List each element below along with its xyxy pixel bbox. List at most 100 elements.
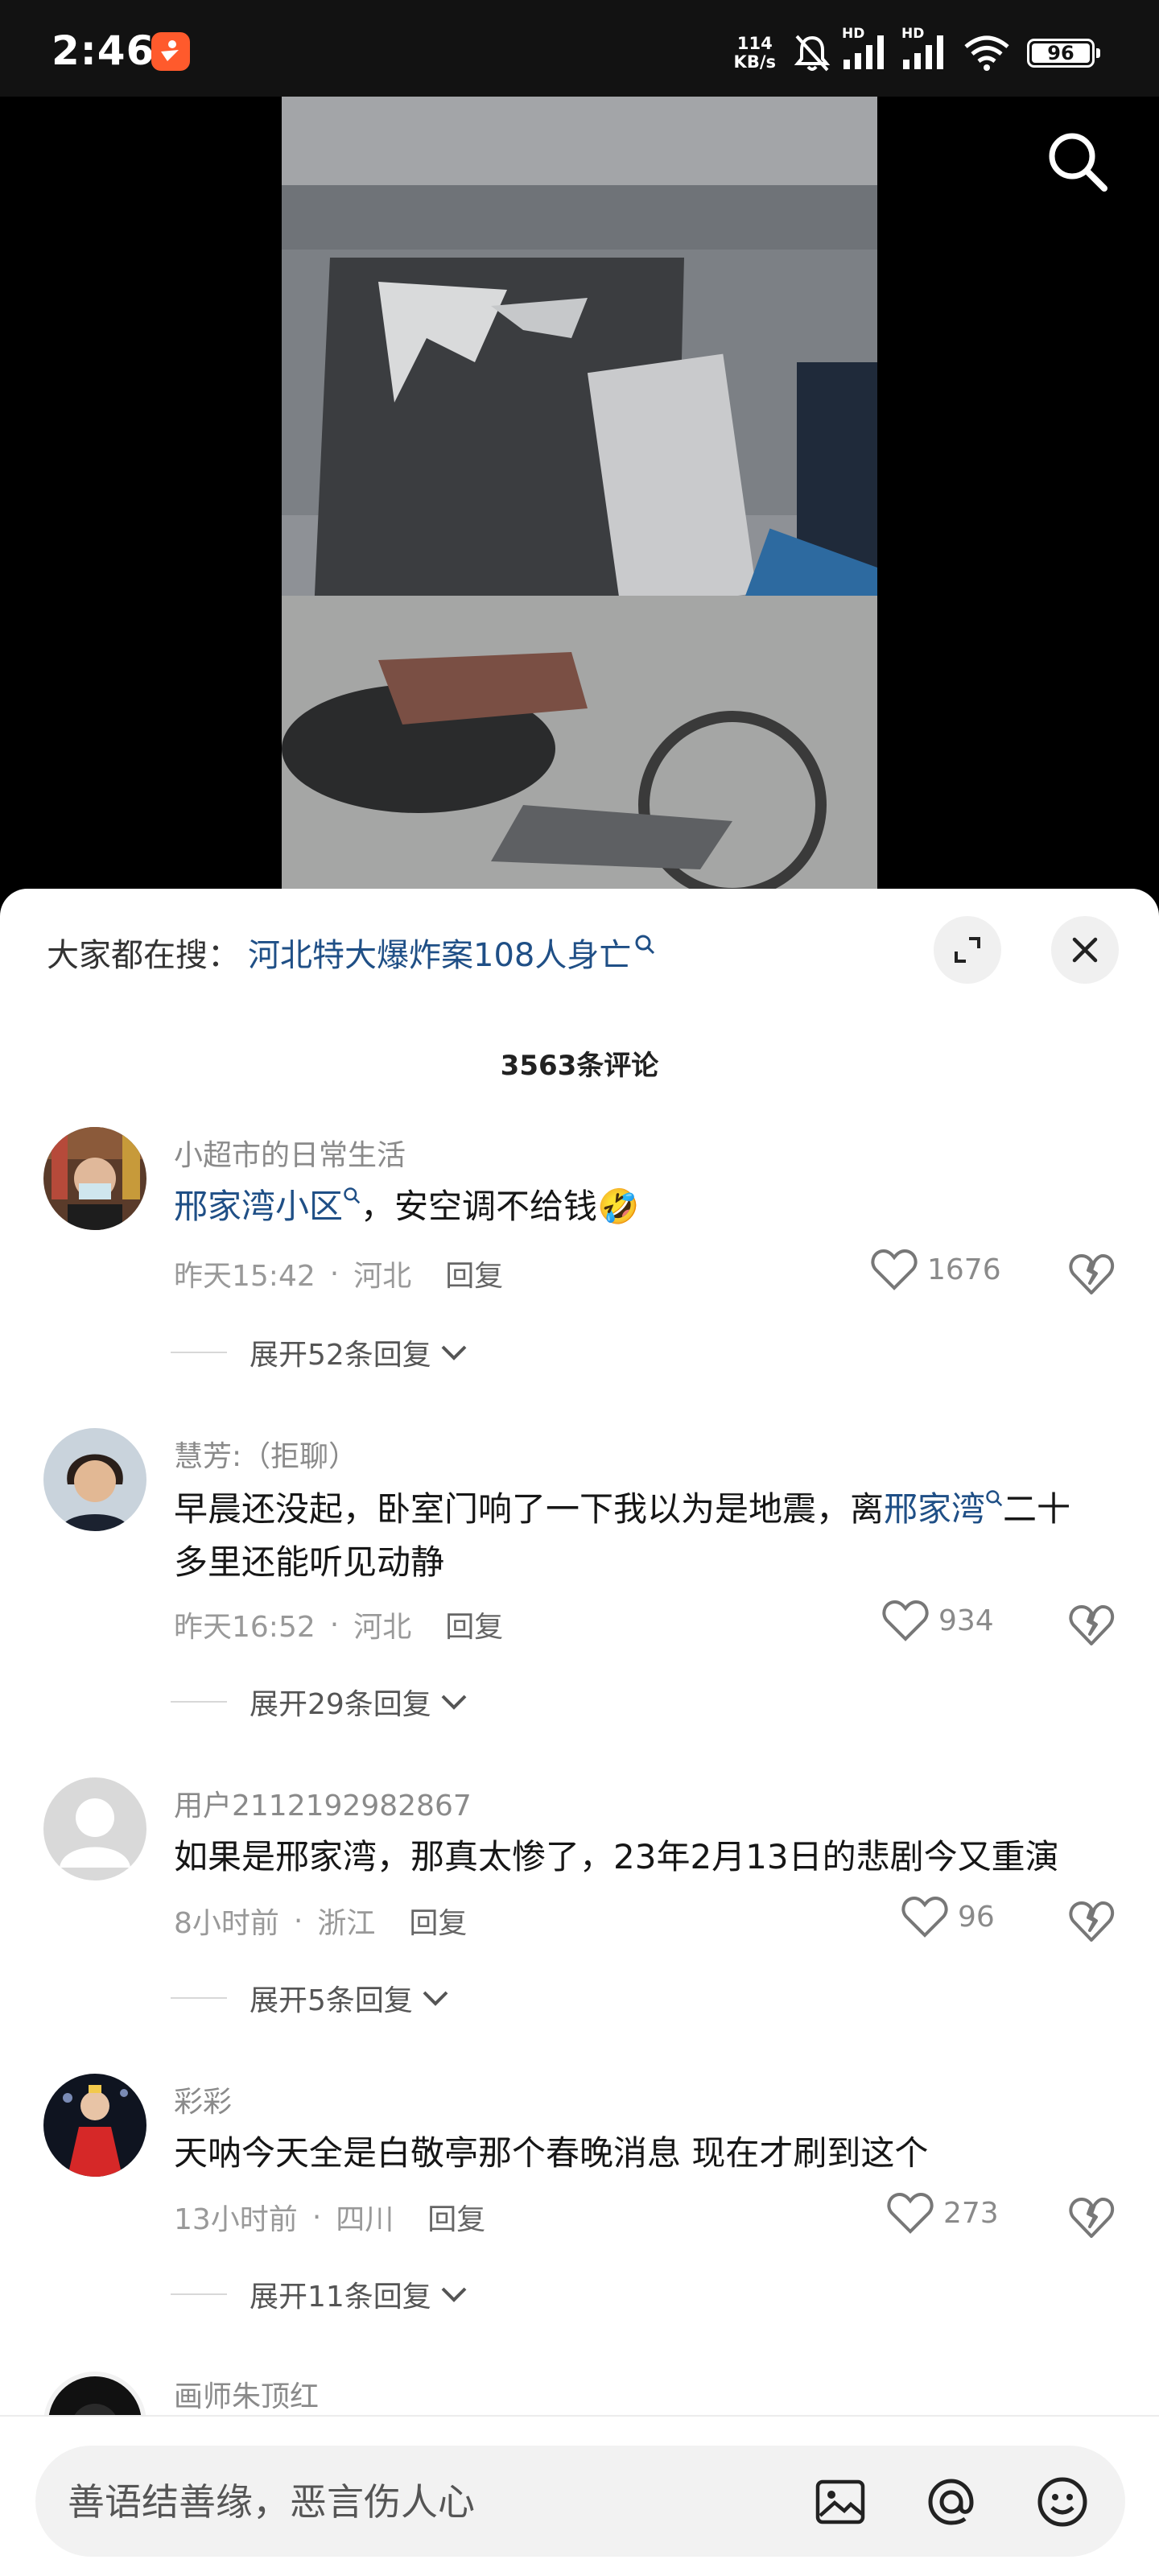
like-icon xyxy=(887,2192,934,2234)
comment-time: 昨天16:52 xyxy=(174,1611,316,1644)
comment-author[interactable]: 小超市的日常生活 xyxy=(174,1132,406,1174)
comment-author[interactable]: 慧芳:（拒聊） xyxy=(174,1433,357,1475)
signal-icon: HD xyxy=(842,26,893,74)
dislike-icon[interactable] xyxy=(1067,1600,1116,1649)
comment-link[interactable]: 邢家湾 xyxy=(884,1489,985,1529)
reply-button[interactable]: 回复 xyxy=(427,2196,485,2238)
expand-replies[interactable]: 展开52条回复 xyxy=(171,1331,468,1373)
at-icon xyxy=(928,2479,974,2525)
search-icon xyxy=(986,1490,1003,1507)
net-speed: 114 KB/s xyxy=(734,35,776,72)
comment-location: 河北 xyxy=(353,1260,412,1293)
comment-body: 天呐今天全是白敬亭那个春晚消息 现在才刷到这个 xyxy=(174,2133,929,2173)
reply-button[interactable]: 回复 xyxy=(409,1900,467,1942)
comment-body: 早晨还没起，卧室门响了一下我以为是地震，离 xyxy=(174,1489,885,1529)
emoji-button[interactable] xyxy=(1030,2470,1095,2534)
net-speed-unit: KB/s xyxy=(733,52,776,72)
comment-body: 如果是邢家湾，那真太惨了，23年2月13日的悲剧今又重演 xyxy=(174,1837,1059,1876)
like-count: 273 xyxy=(943,2196,999,2230)
battery-icon: 96 xyxy=(1027,39,1100,68)
separator-dot: · xyxy=(293,1904,303,1938)
comment-count: 3563条评论 xyxy=(500,1050,659,1082)
comment-text: 早晨还没起，卧室门响了一下我以为是地震，离邢家湾 二十多里还能听见动静 xyxy=(174,1483,1099,1589)
image-icon xyxy=(815,2479,865,2524)
search-icon[interactable] xyxy=(1043,127,1111,195)
app-badge-icon xyxy=(151,32,190,71)
comment-time: 昨天15:42 xyxy=(174,1260,316,1293)
reply-button[interactable]: 回复 xyxy=(445,1604,503,1645)
comment-author[interactable]: 画师朱顶红 xyxy=(174,2373,319,2415)
dislike-icon[interactable] xyxy=(1067,1249,1116,1298)
close-button[interactable] xyxy=(1051,916,1119,984)
avatar[interactable] xyxy=(43,1428,146,1531)
expand-replies[interactable]: 展开11条回复 xyxy=(171,2273,468,2315)
comment-text: 邢家湾小区 ，安空调不给钱🤣 xyxy=(174,1180,1099,1233)
comment-meta: 13小时前 · 四川 回复 xyxy=(174,2196,485,2238)
divider-line xyxy=(171,1352,227,1353)
comment-location: 四川 xyxy=(336,2203,394,2236)
comment-text: 天呐今天全是白敬亭那个春晚消息 现在才刷到这个 xyxy=(174,2127,1099,2180)
like-button[interactable]: 273 xyxy=(887,2191,999,2235)
avatar[interactable] xyxy=(43,2074,146,2177)
avatar[interactable] xyxy=(43,1777,146,1880)
signal-label: HD xyxy=(842,26,865,42)
expand-button[interactable] xyxy=(934,916,1001,984)
image-button[interactable] xyxy=(808,2470,872,2534)
status-bar: 2:46 114 KB/s HD HD 96 xyxy=(0,0,1159,97)
trending-query-link[interactable]: 河北特大爆炸案108人身亡 xyxy=(248,929,631,976)
mute-icon xyxy=(794,35,831,72)
comment-author[interactable]: 用户2112192982867 xyxy=(174,1782,472,1824)
dislike-icon[interactable] xyxy=(1067,2193,1116,2241)
like-count: 96 xyxy=(958,1900,995,1934)
comment-author[interactable]: 彩彩 xyxy=(174,2079,232,2120)
video-still xyxy=(282,97,877,894)
chevron-down-icon xyxy=(423,1991,448,2006)
app-root: 2:46 114 KB/s HD HD 96 大家都在搜： 河北特大爆炸案108… xyxy=(0,0,1159,2576)
comment-input-placeholder: 善语结善缘，恶言伤人心 xyxy=(68,2480,475,2524)
expand-icon xyxy=(955,937,980,963)
comment-location: 河北 xyxy=(353,1611,412,1644)
close-icon xyxy=(1072,937,1098,963)
expand-replies-label: 展开5条回复 xyxy=(250,1984,413,2017)
like-button[interactable]: 934 xyxy=(882,1599,994,1642)
status-time: 2:46 xyxy=(52,27,155,74)
expand-replies-label: 展开52条回复 xyxy=(250,1339,431,1372)
status-icons: 114 KB/s HD HD 96 xyxy=(734,26,1100,76)
like-button[interactable]: 1676 xyxy=(871,1248,1001,1291)
expand-replies[interactable]: 展开29条回复 xyxy=(171,1681,468,1723)
trending-search[interactable]: 大家都在搜： 河北特大爆炸案108人身亡 xyxy=(47,924,655,980)
comment-meta: 昨天15:42 · 河北 回复 xyxy=(174,1253,503,1294)
dislike-icon[interactable] xyxy=(1067,1897,1116,1945)
comment-body: ，安空调不给钱🤣 xyxy=(361,1187,640,1226)
divider-line xyxy=(171,1997,227,1999)
comment-sheet: 大家都在搜： 河北特大爆炸案108人身亡 3563条评论 小超市的日常生活 邢家… xyxy=(0,889,1159,2576)
expand-replies[interactable]: 展开5条回复 xyxy=(171,1977,450,2019)
mention-button[interactable] xyxy=(919,2470,984,2534)
chevron-down-icon xyxy=(441,2287,467,2302)
emoji-icon xyxy=(1037,2477,1087,2527)
avatar[interactable] xyxy=(43,1127,146,1230)
trending-label: 大家都在搜： xyxy=(47,937,240,974)
comment-link[interactable]: 邢家湾小区 xyxy=(174,1187,343,1226)
search-icon xyxy=(635,935,655,955)
like-icon xyxy=(882,1600,929,1641)
like-count: 934 xyxy=(938,1604,994,1637)
expand-replies-label: 展开11条回复 xyxy=(250,2281,431,2314)
separator-dot: · xyxy=(329,1257,340,1290)
battery-level: 96 xyxy=(1047,42,1074,64)
signal-label-2: HD xyxy=(901,26,925,42)
video-frame[interactable] xyxy=(282,97,877,894)
comment-time: 13小时前 xyxy=(174,2203,298,2236)
expand-replies-label: 展开29条回复 xyxy=(250,1688,431,1721)
video-player[interactable] xyxy=(0,97,1159,902)
signal-icon-2: HD xyxy=(901,26,953,74)
reply-button[interactable]: 回复 xyxy=(445,1253,503,1294)
comment-meta: 昨天16:52 · 河北 回复 xyxy=(174,1604,503,1645)
comment-meta: 8小时前 · 浙江 回复 xyxy=(174,1900,467,1942)
comment-location: 浙江 xyxy=(317,1907,376,1940)
comment-input[interactable]: 善语结善缘，恶言伤人心 xyxy=(35,2446,1125,2557)
like-button[interactable]: 96 xyxy=(901,1895,995,1938)
like-icon xyxy=(901,1896,948,1938)
like-count: 1676 xyxy=(927,1253,1001,1286)
wifi-icon xyxy=(964,35,1009,71)
